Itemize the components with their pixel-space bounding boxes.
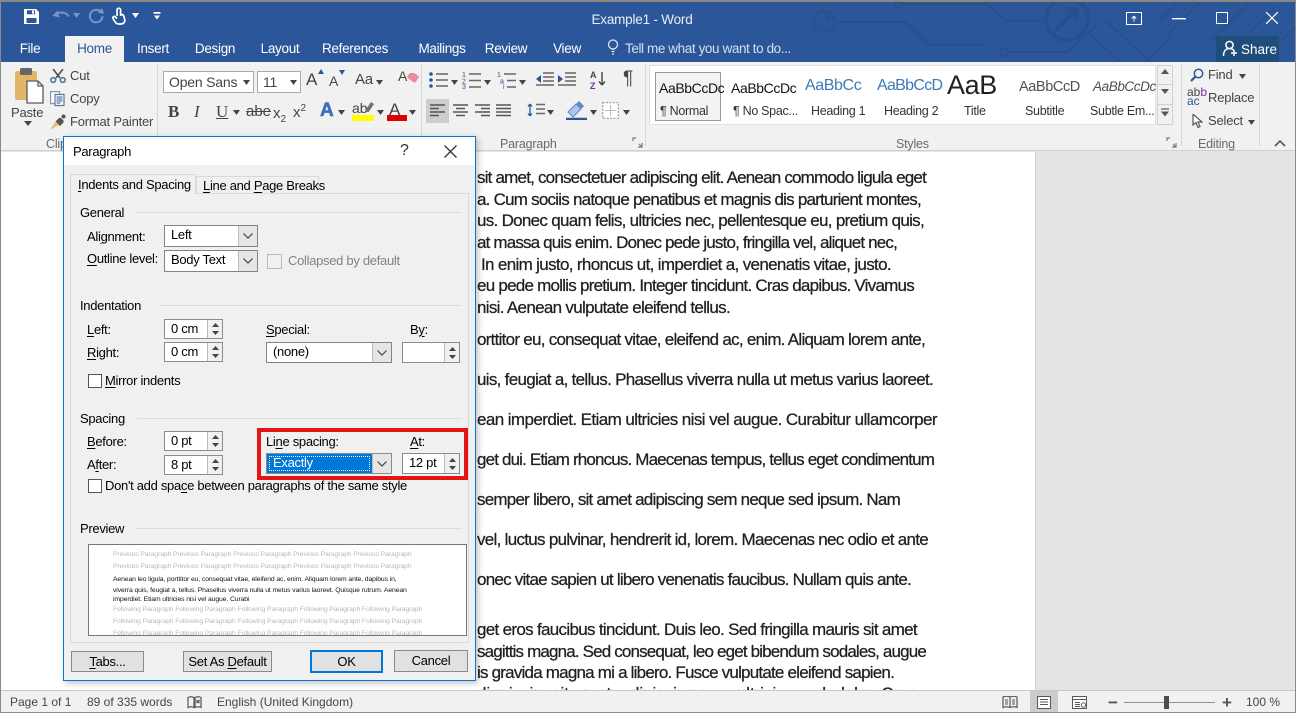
svg-text:3: 3 (462, 84, 466, 89)
svg-text:Z: Z (590, 81, 596, 89)
svg-text:i: i (503, 84, 505, 89)
svg-text:A: A (590, 70, 597, 80)
